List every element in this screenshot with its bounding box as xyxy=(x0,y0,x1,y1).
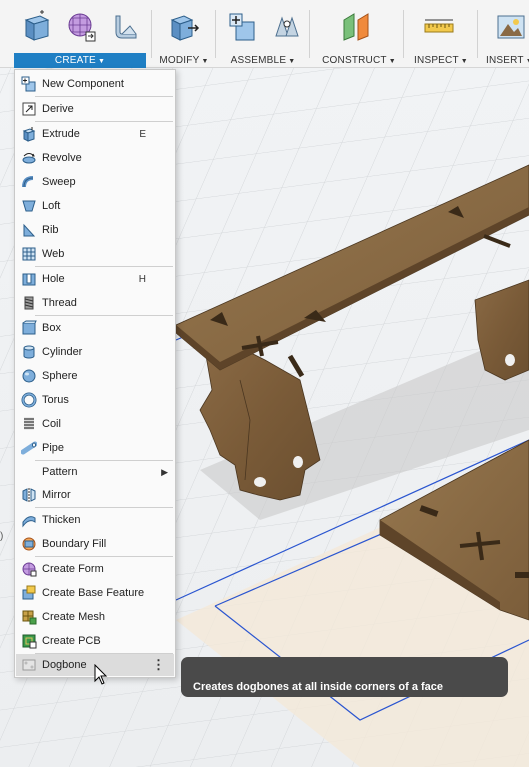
menu-item-create-form[interactable]: Create Form xyxy=(16,558,174,580)
coil-icon xyxy=(19,415,39,433)
new-component-icon[interactable] xyxy=(224,8,262,46)
modify-menu-button[interactable]: MODIFY ▼ xyxy=(156,53,212,68)
revolve-icon xyxy=(19,149,39,167)
form-icon[interactable] xyxy=(62,8,100,46)
menu-item-extrude[interactable]: Extrude E xyxy=(16,123,174,145)
toolbar-group-construct: CONSTRUCT ▼ xyxy=(310,0,402,68)
press-pull-icon[interactable] xyxy=(164,8,202,46)
mouse-cursor-icon xyxy=(94,663,108,689)
create-dropdown-menu: New Component Derive Extrude E Revolve S… xyxy=(14,69,176,678)
menu-item-new-component[interactable]: New Component xyxy=(16,73,174,95)
menu-item-cylinder[interactable]: Cylinder xyxy=(16,341,174,363)
hole-icon xyxy=(19,270,39,288)
sheet-metal-icon[interactable] xyxy=(106,8,144,46)
menu-item-hole[interactable]: Hole H xyxy=(16,268,174,290)
insert-menu-button[interactable]: INSERT▼ xyxy=(486,53,529,68)
box-icon xyxy=(19,319,39,337)
tooltip: Creates dogbones at all inside corners o… xyxy=(181,657,508,697)
toolbar-group-assemble: ASSEMBLE ▼ xyxy=(216,0,308,68)
chevron-down-icon: ▼ xyxy=(460,58,468,65)
derive-icon xyxy=(19,100,39,118)
create-pcb-icon xyxy=(19,632,39,650)
toolbar-group-insert: INSERT▼ xyxy=(478,0,529,68)
toolbar: CREATE ▼ MODIFY ▼ ASSEMBLE ▼ CONSTRUCT ▼… xyxy=(0,0,529,68)
chevron-down-icon: ▼ xyxy=(97,58,106,65)
menu-divider xyxy=(35,266,173,267)
create-form-icon xyxy=(19,560,39,578)
menu-item-box[interactable]: Box xyxy=(16,317,174,339)
web-icon xyxy=(19,245,39,263)
menu-divider xyxy=(35,315,173,316)
more-options-icon[interactable]: ⋮ xyxy=(152,657,165,673)
construct-menu-button[interactable]: CONSTRUCT ▼ xyxy=(316,53,402,68)
new-component-sketch-icon[interactable] xyxy=(18,8,56,46)
torus-icon xyxy=(19,391,39,409)
menu-item-thread[interactable]: Thread xyxy=(16,292,174,314)
menu-divider xyxy=(35,96,173,97)
menu-item-sweep[interactable]: Sweep xyxy=(16,171,174,193)
loft-icon xyxy=(19,197,39,215)
panel-edge-glyph: ) xyxy=(0,531,4,542)
menu-item-thicken[interactable]: Thicken xyxy=(16,509,174,531)
thicken-icon xyxy=(19,511,39,529)
extrude-icon xyxy=(19,125,39,143)
chevron-down-icon: ▼ xyxy=(388,58,396,65)
menu-divider xyxy=(35,121,173,122)
menu-item-sphere[interactable]: Sphere xyxy=(16,365,174,387)
menu-item-revolve[interactable]: Revolve xyxy=(16,147,174,169)
toolbar-group-inspect: INSPECT ▼ xyxy=(404,0,476,68)
menu-item-coil[interactable]: Coil xyxy=(16,413,174,435)
menu-item-boundary-fill[interactable]: Boundary Fill xyxy=(16,533,174,555)
sweep-icon xyxy=(19,173,39,191)
chevron-down-icon: ▼ xyxy=(288,58,296,65)
chevron-down-icon: ▼ xyxy=(201,58,209,65)
new-component-icon xyxy=(19,75,39,93)
assemble-menu-button[interactable]: ASSEMBLE ▼ xyxy=(222,53,304,68)
chevron-right-icon: ▶ xyxy=(161,466,168,477)
offset-plane-icon[interactable] xyxy=(338,8,376,46)
dogbone-icon xyxy=(19,656,39,674)
create-mesh-icon xyxy=(19,608,39,626)
cylinder-icon xyxy=(19,343,39,361)
menu-divider xyxy=(35,556,173,557)
toolbar-group-create: CREATE ▼ xyxy=(0,0,150,68)
menu-item-pipe[interactable]: Pipe xyxy=(16,437,174,459)
inspect-menu-button[interactable]: INSPECT ▼ xyxy=(408,53,474,68)
menu-item-create-pcb[interactable]: Create PCB xyxy=(16,630,174,652)
rib-icon xyxy=(19,221,39,239)
pipe-icon xyxy=(19,439,39,457)
boundary-fill-icon xyxy=(19,535,39,553)
joint-icon[interactable] xyxy=(268,8,306,46)
menu-item-derive[interactable]: Derive xyxy=(16,98,174,120)
menu-item-pattern[interactable]: Pattern ▶ xyxy=(16,461,174,483)
create-menu-button[interactable]: CREATE ▼ xyxy=(14,53,146,68)
measure-icon[interactable] xyxy=(420,8,458,46)
menu-item-mirror[interactable]: Mirror xyxy=(16,484,174,506)
menu-divider xyxy=(35,507,173,508)
mirror-icon xyxy=(19,486,39,504)
thread-icon xyxy=(19,294,39,312)
menu-item-loft[interactable]: Loft xyxy=(16,195,174,217)
menu-item-create-mesh[interactable]: Create Mesh xyxy=(16,606,174,628)
create-base-feature-icon xyxy=(19,584,39,602)
tooltip-text: Creates dogbones at all inside corners o… xyxy=(193,681,444,693)
toolbar-group-modify: MODIFY ▼ xyxy=(152,0,214,68)
menu-item-rib[interactable]: Rib xyxy=(16,219,174,241)
menu-item-create-base-feature[interactable]: Create Base Feature xyxy=(16,582,174,604)
menu-item-web[interactable]: Web xyxy=(16,243,174,265)
insert-image-icon[interactable] xyxy=(492,8,529,46)
sphere-icon xyxy=(19,367,39,385)
menu-item-torus[interactable]: Torus xyxy=(16,389,174,411)
